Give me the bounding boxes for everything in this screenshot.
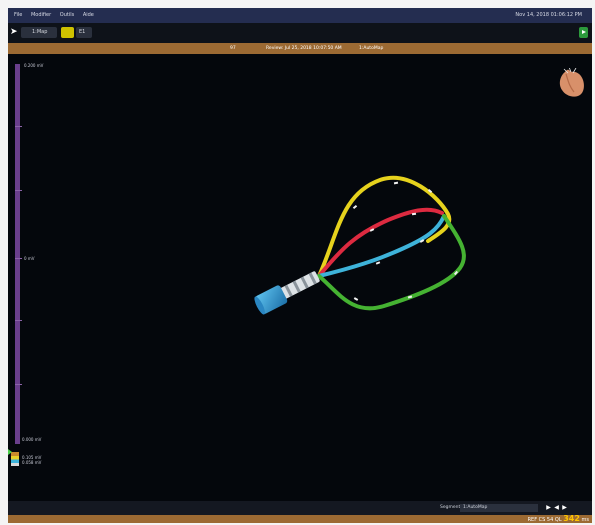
catheter-shaft [254, 271, 320, 315]
menu-bar: File Modifier Outils Aide Nov 14, 2018 0… [8, 8, 592, 23]
secondary-select[interactable]: E1 [76, 27, 92, 38]
map-select-value: 1:Map [32, 29, 48, 35]
menu-modifier[interactable]: Modifier [31, 12, 51, 18]
menu-aide[interactable]: Aide [83, 12, 94, 18]
status-bar: REF CS 54 QL 342 ms [8, 515, 592, 523]
ql-label: QL [554, 517, 562, 523]
application-window: File Modifier Outils Aide Nov 14, 2018 0… [8, 8, 592, 523]
play-icon[interactable] [579, 27, 588, 38]
datetime-label: Nov 14, 2018 01:06:12 PM [515, 12, 582, 18]
cycle-length-value: 342 [563, 514, 580, 523]
reference-number: 54 [546, 517, 554, 523]
spline-yellow [317, 175, 452, 278]
3d-map-viewport[interactable]: 0.200 mV 0 mV 0.000 mV 0.105 mV 0.058 mV [8, 54, 592, 501]
catheter-render [254, 175, 466, 315]
map-select[interactable]: 1:Map [21, 27, 57, 38]
cycle-length-unit: ms [581, 517, 589, 523]
map-name: 1:AutoMap [359, 46, 384, 51]
menu-file[interactable]: File [14, 12, 22, 18]
play-segment-icon[interactable]: ▶ [545, 504, 552, 512]
highlight-button[interactable] [61, 27, 74, 38]
reference-channel: REF CS [527, 517, 546, 523]
segment-label: Segment [440, 505, 461, 510]
segment-bar: Segment 1:AutoMap ▶ ◀ ▶ [8, 501, 592, 515]
segment-select[interactable]: 1:AutoMap [460, 504, 538, 512]
step-back-icon[interactable]: ◀ [553, 504, 560, 512]
step-forward-icon[interactable]: ▶ [561, 504, 568, 512]
menu-outils[interactable]: Outils [60, 12, 74, 18]
review-title: Review: Jul 25, 2018 10:07:50 AM [266, 46, 342, 51]
title-left-value: 97 [230, 46, 236, 51]
spline-red [317, 207, 444, 278]
segment-select-value: 1:AutoMap [463, 505, 488, 510]
heart-orientation-icon[interactable] [556, 68, 586, 100]
pointer-icon[interactable]: ➤ [10, 27, 20, 38]
secondary-select-value: E1 [79, 29, 86, 35]
toolbar: ➤ 1:Map E1 [8, 23, 592, 43]
review-title-bar: 97 Review: Jul 25, 2018 10:07:50 AM 1:Au… [8, 43, 592, 54]
